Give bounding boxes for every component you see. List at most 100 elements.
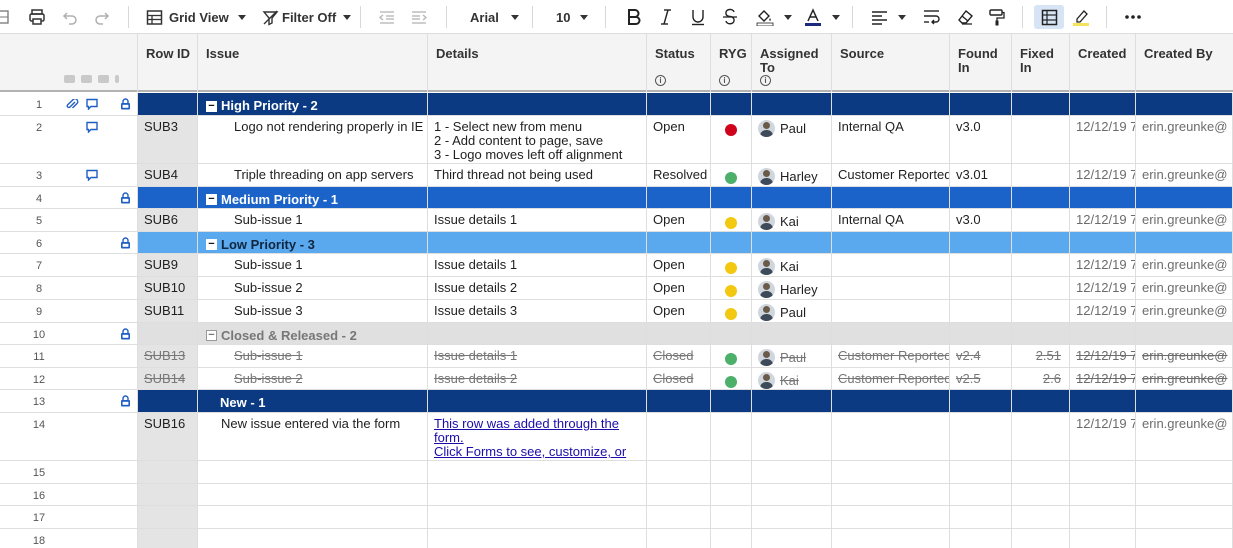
issue-cell[interactable]	[198, 529, 428, 548]
underline-icon[interactable]	[690, 5, 706, 29]
source-cell[interactable]	[832, 93, 950, 115]
created-cell[interactable]	[1070, 461, 1136, 483]
source-cell[interactable]	[832, 187, 950, 208]
created-cell[interactable]: 12/12/19 7	[1070, 277, 1136, 299]
group-title-cell[interactable]: New - 1	[198, 390, 428, 412]
row-number-cell[interactable]: 2	[0, 116, 138, 163]
redo-icon[interactable]	[93, 5, 111, 29]
attachment-icon[interactable]	[66, 98, 79, 113]
ryg-cell[interactable]	[711, 277, 752, 299]
info-icon[interactable]: i	[655, 75, 666, 86]
created-cell[interactable]: 12/12/19 7	[1070, 164, 1136, 186]
details-cell[interactable]: Third thread not being used	[428, 164, 647, 186]
fixed-cell[interactable]	[1012, 323, 1070, 344]
row-number-cell[interactable]: 15	[0, 461, 138, 483]
created-cell[interactable]: 12/12/19 7	[1070, 345, 1136, 367]
ryg-cell[interactable]	[711, 506, 752, 528]
assigned-cell[interactable]	[752, 390, 832, 412]
column-header-status[interactable]: Status i	[647, 34, 711, 92]
details-cell[interactable]: Issue details 1	[428, 345, 647, 367]
status-cell[interactable]: Resolved	[647, 164, 711, 186]
issue-cell[interactable]: Sub-issue 1	[198, 254, 428, 276]
createdby-cell[interactable]	[1136, 232, 1233, 253]
fixed-cell[interactable]	[1012, 529, 1070, 548]
assigned-cell[interactable]	[752, 232, 832, 253]
lock-icon[interactable]	[120, 98, 131, 113]
createdby-cell[interactable]: erin.greunke@	[1136, 116, 1233, 163]
align-dropdown[interactable]	[871, 5, 906, 29]
createdby-cell[interactable]: erin.greunke@	[1136, 300, 1233, 322]
created-cell[interactable]: 12/12/19 7	[1070, 116, 1136, 163]
source-cell[interactable]	[832, 529, 950, 548]
status-cell[interactable]	[647, 187, 711, 208]
createdby-cell[interactable]: erin.greunke@	[1136, 209, 1233, 231]
outdent-icon[interactable]	[378, 5, 396, 29]
column-header-ryg[interactable]: RYG i	[711, 34, 752, 92]
rowid-cell[interactable]	[138, 461, 198, 483]
created-cell[interactable]	[1070, 506, 1136, 528]
fixed-cell[interactable]	[1012, 413, 1070, 460]
rowid-cell[interactable]	[138, 506, 198, 528]
info-icon[interactable]: i	[760, 75, 771, 86]
more-options-icon[interactable]	[1124, 5, 1142, 29]
details-cell[interactable]	[428, 93, 647, 115]
fixed-cell[interactable]	[1012, 506, 1070, 528]
status-cell[interactable]: Open	[647, 300, 711, 322]
fixed-cell[interactable]	[1012, 164, 1070, 186]
collapse-toggle-icon[interactable]: −	[206, 100, 217, 112]
row-number-cell[interactable]: 6	[0, 232, 138, 253]
status-dot-green[interactable]	[725, 172, 737, 184]
assigned-cell[interactable]	[752, 529, 832, 548]
rowid-cell[interactable]	[138, 484, 198, 505]
group-title-cell[interactable]: − High Priority - 2	[198, 93, 428, 115]
assigned-cell[interactable]: Paul	[752, 116, 832, 163]
createdby-cell[interactable]	[1136, 187, 1233, 208]
issue-cell[interactable]: Sub-issue 1	[198, 209, 428, 231]
fill-color-dropdown[interactable]	[756, 5, 792, 29]
source-cell[interactable]	[832, 300, 950, 322]
form-help-link[interactable]: create your own form.	[434, 459, 646, 461]
wrap-text-icon[interactable]	[923, 5, 941, 29]
row-number-cell[interactable]: 7	[0, 254, 138, 276]
fixed-cell[interactable]	[1012, 390, 1070, 412]
status-cell[interactable]	[647, 390, 711, 412]
created-cell[interactable]	[1070, 232, 1136, 253]
issue-cell[interactable]	[198, 506, 428, 528]
found-cell[interactable]	[950, 413, 1012, 460]
rowid-cell[interactable]: SUB16	[138, 413, 198, 460]
ryg-cell[interactable]	[711, 93, 752, 115]
found-cell[interactable]	[950, 461, 1012, 483]
created-cell[interactable]	[1070, 529, 1136, 548]
column-header-assigned-to[interactable]: Assigned To i	[752, 34, 832, 92]
column-header-created[interactable]: Created	[1070, 34, 1136, 92]
assigned-cell[interactable]	[752, 506, 832, 528]
created-cell[interactable]: 12/12/19 7	[1070, 368, 1136, 389]
status-cell[interactable]	[647, 529, 711, 548]
issue-cell[interactable]: Sub-issue 3	[198, 300, 428, 322]
found-cell[interactable]: v2.5	[950, 368, 1012, 389]
row-number-cell[interactable]: 10	[0, 323, 138, 344]
details-cell[interactable]	[428, 461, 647, 483]
row-number-cell[interactable]: 3	[0, 164, 138, 186]
row-number-cell[interactable]: 17	[0, 506, 138, 528]
text-color-dropdown[interactable]	[804, 5, 840, 29]
status-dot-green[interactable]	[725, 376, 737, 388]
undo-icon[interactable]	[61, 5, 79, 29]
status-dot-green[interactable]	[725, 353, 737, 365]
created-cell[interactable]: 12/12/19 7	[1070, 300, 1136, 322]
assigned-cell[interactable]: Kai	[752, 209, 832, 231]
column-header-created-by[interactable]: Created By	[1136, 34, 1233, 92]
ryg-cell[interactable]	[711, 254, 752, 276]
rowid-cell[interactable]: SUB4	[138, 164, 198, 186]
assigned-cell[interactable]: Paul	[752, 345, 832, 367]
status-dot-yellow[interactable]	[725, 262, 737, 274]
row-number-cell[interactable]: 12	[0, 368, 138, 389]
assigned-cell[interactable]: Harley	[752, 277, 832, 299]
bold-icon[interactable]	[626, 5, 642, 29]
status-cell[interactable]	[647, 93, 711, 115]
created-cell[interactable]	[1070, 390, 1136, 412]
source-cell[interactable]	[832, 484, 950, 505]
assigned-cell[interactable]: Kai	[752, 368, 832, 389]
details-cell[interactable]	[428, 323, 647, 344]
fixed-cell[interactable]	[1012, 277, 1070, 299]
